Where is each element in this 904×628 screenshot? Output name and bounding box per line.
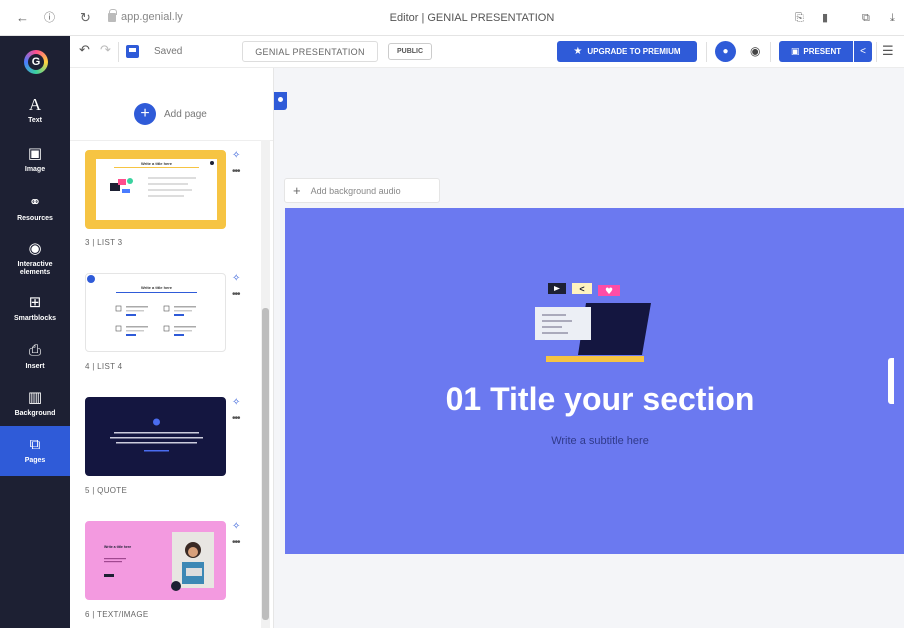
sidebar-item-resources[interactable]: ⚭ Resources xyxy=(0,186,70,232)
user-avatar[interactable]: ● xyxy=(715,41,736,62)
extensions-icon[interactable]: ⧉ xyxy=(862,10,870,26)
page-thumbnail-4[interactable]: Write a title here xyxy=(85,273,226,352)
slide-subtitle[interactable]: Write a subtitle here xyxy=(285,435,904,447)
menu-icon[interactable]: ☰ xyxy=(882,43,894,59)
slide-title[interactable]: 01 Title your section xyxy=(285,381,904,418)
svg-text:♥: ♥ xyxy=(605,287,613,297)
svg-text:Write a title here: Write a title here xyxy=(104,545,131,549)
presentation-title-field[interactable]: GENIAL PRESENTATION xyxy=(242,41,378,62)
download-icon[interactable]: ⤓ xyxy=(890,10,895,26)
preview-eye-icon[interactable]: ◉ xyxy=(750,44,760,58)
page-label-4: 4 | LIST 4 xyxy=(85,362,123,371)
share-icon: < xyxy=(860,46,866,57)
window-title: Editor | GENIAL PRESENTATION xyxy=(389,12,555,24)
svg-text:Write a title here: Write a title here xyxy=(141,285,173,290)
present-button[interactable]: ▣ PRESENT xyxy=(779,41,853,62)
pages-scrollbar-thumb[interactable] xyxy=(262,308,269,620)
pages-panel: + Add page Write a title here ✧ ••• 3 | … xyxy=(70,68,274,628)
interactive-icon: ◉ xyxy=(28,240,42,257)
more-options-icon[interactable]: ••• xyxy=(232,414,241,424)
page-label-5: 5 | QUOTE xyxy=(85,486,128,495)
plus-icon: + xyxy=(293,183,301,198)
undo-icon[interactable]: ↶ xyxy=(79,42,90,58)
redo-icon[interactable]: ↷ xyxy=(100,42,111,58)
page-thumbnail-5[interactable] xyxy=(85,397,226,476)
add-audio-label: Add background audio xyxy=(310,185,401,196)
laptop-illustration: < ♥ xyxy=(535,283,651,362)
magic-wand-icon[interactable]: ✧ xyxy=(232,150,240,162)
page-label-3: 3 | LIST 3 xyxy=(85,238,123,247)
sidebar-item-image[interactable]: ▣ Image xyxy=(0,137,70,183)
visibility-button[interactable]: PUBLIC xyxy=(388,43,432,60)
add-background-audio-button[interactable]: + Add background audio xyxy=(284,178,440,203)
editor-toolbar: ↶ ↷ Saved GENIAL PRESENTATION PUBLIC ★ U… xyxy=(70,36,904,68)
present-label: PRESENT xyxy=(803,47,842,56)
add-page-label: Add page xyxy=(164,108,207,120)
share-button[interactable]: < xyxy=(854,41,872,62)
app-root: ← ⓘ ↻ app.genial.ly Editor | GENIAL PRES… xyxy=(0,0,904,628)
sidebar-item-interactive[interactable]: ◉ Interactive elements xyxy=(0,234,70,284)
tool-sidebar: G A Text ▣ Image ⚭ Resources ◉ Interacti… xyxy=(0,36,70,628)
user-icon: ● xyxy=(722,46,729,57)
more-options-icon[interactable]: ••• xyxy=(232,290,241,300)
sidebar-item-smartblocks[interactable]: ⊞ Smartblocks xyxy=(0,286,70,332)
list4-preview: Write a title here xyxy=(87,275,197,336)
star-icon: ★ xyxy=(573,46,583,57)
slide[interactable]: < ♥ 01 Title your section Write a subtit… xyxy=(285,208,904,554)
browser-bar: ← ⓘ ↻ app.genial.ly Editor | GENIAL PRES… xyxy=(0,0,904,36)
sidebar-item-background[interactable]: ▥ Background xyxy=(0,381,70,427)
bookmark-icon[interactable]: ▮ xyxy=(822,10,828,26)
canvas-area: + Add background audio < ♥ 01 Title your… xyxy=(274,68,904,628)
svg-text:Write a title here: Write a title here xyxy=(141,161,173,166)
plus-icon: + xyxy=(134,103,156,125)
save-status: Saved xyxy=(154,46,183,57)
sidebar-item-text[interactable]: A Text xyxy=(0,88,70,134)
magic-wand-icon[interactable]: ✧ xyxy=(232,521,240,533)
magic-wand-icon[interactable]: ✧ xyxy=(232,273,240,285)
page-thumbnail-6[interactable]: Write a title here xyxy=(85,521,226,600)
page-label-6: 6 | TEXT/IMAGE xyxy=(85,610,149,619)
resources-icon: ⚭ xyxy=(28,194,42,211)
sidebar-item-insert[interactable]: ⎙ Insert xyxy=(0,334,70,380)
more-options-icon[interactable]: ••• xyxy=(232,538,241,548)
insert-icon: ⎙ xyxy=(28,342,41,359)
upgrade-label: UPGRADE TO PREMIUM xyxy=(587,47,681,56)
add-page-button[interactable]: + Add page xyxy=(134,103,207,125)
translate-icon[interactable]: ⎘ xyxy=(795,10,804,26)
quote-preview xyxy=(110,418,203,452)
list3-preview: Write a title here xyxy=(96,159,217,220)
magic-wand-icon[interactable]: ✧ xyxy=(232,397,240,409)
image-icon: ▣ xyxy=(27,145,43,162)
smartblocks-icon: ⊞ xyxy=(28,294,42,311)
pages-icon: ⧉ xyxy=(29,436,41,453)
genially-logo[interactable]: G xyxy=(24,50,48,74)
side-panel-handle[interactable] xyxy=(888,358,894,404)
background-icon: ▥ xyxy=(27,389,43,406)
page-flag-icon[interactable] xyxy=(274,92,287,110)
sidebar-item-pages[interactable]: ⧉ Pages xyxy=(0,426,70,476)
present-icon: ▣ xyxy=(790,46,800,56)
more-options-icon[interactable]: ••• xyxy=(232,167,241,177)
save-icon[interactable] xyxy=(126,45,139,58)
text-icon: A xyxy=(28,95,42,114)
text-image-preview: Write a title here xyxy=(104,532,214,591)
page-thumbnail-3[interactable]: Write a title here xyxy=(85,150,226,229)
svg-text:<: < xyxy=(579,284,584,294)
upgrade-button[interactable]: ★ UPGRADE TO PREMIUM xyxy=(557,41,697,62)
